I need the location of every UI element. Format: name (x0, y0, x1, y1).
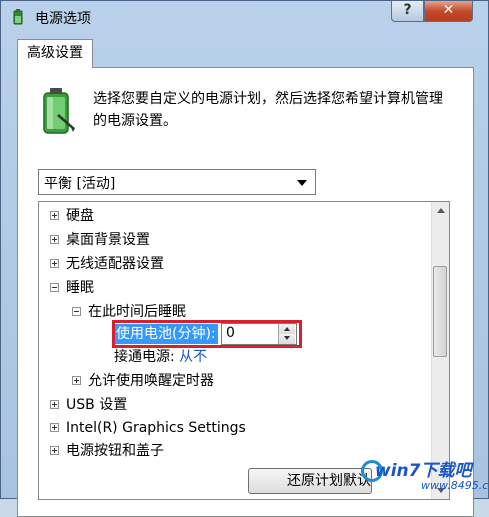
expand-plus-icon[interactable] (50, 400, 59, 409)
on-battery-minutes-stepper[interactable]: 0 (221, 323, 297, 345)
tree-item-label: 电源按钮和盖子 (66, 443, 164, 459)
tab-advanced-settings[interactable]: 高级设置 (17, 39, 93, 68)
restore-defaults-button[interactable]: 还原计划默认值 (248, 468, 372, 494)
expand-plus-icon[interactable] (50, 446, 59, 455)
power-options-window: 电源选项 ? ✕ 高级设置 选择您要自定义的电源计划，然后选择您希望计算机管理的… (0, 0, 489, 517)
help-button[interactable]: ? (391, 1, 424, 22)
close-button[interactable]: ✕ (424, 1, 473, 22)
vertical-scrollbar[interactable] (431, 202, 449, 499)
tree-item-label: 无线适配器设置 (66, 256, 164, 272)
power-plan-value: 平衡 [活动] (44, 176, 116, 192)
scroll-up-icon[interactable] (432, 202, 449, 219)
expand-plus-icon[interactable] (50, 211, 59, 220)
expand-plus-icon[interactable] (50, 423, 59, 432)
stepper-down-icon[interactable] (279, 334, 295, 344)
site-watermark: win7下载吧 www.8495.com (361, 456, 489, 498)
expand-plus-icon[interactable] (50, 235, 59, 244)
tree-item-label: 硬盘 (66, 208, 94, 224)
title-bar[interactable]: 电源选项 ? ✕ (1, 1, 488, 33)
window-title: 电源选项 (35, 11, 91, 27)
collapse-minus-icon[interactable] (50, 283, 59, 292)
tree-item-plugged-in[interactable]: 接通电源: 从不 (114, 347, 207, 367)
tree-item-label: 允许使用唤醒定时器 (88, 373, 214, 389)
on-battery-value[interactable]: 0 (226, 325, 235, 341)
watermark-url: www.8495.com (421, 479, 489, 492)
scrollbar-thumb[interactable] (433, 266, 447, 357)
power-battery-icon (43, 88, 75, 134)
battery-app-icon (13, 9, 23, 25)
plugged-in-label: 接通电源: (114, 349, 175, 365)
tree-item-label: 睡眠 (66, 280, 94, 296)
tree-item-label: 桌面背景设置 (66, 232, 150, 248)
stepper-buttons (278, 324, 296, 344)
plugged-in-value[interactable]: 从不 (179, 349, 207, 365)
expand-plus-icon[interactable] (72, 376, 81, 385)
tree-item-label: Intel(R) Graphics Settings (66, 420, 246, 436)
tree-item-label: USB 设置 (66, 397, 128, 413)
power-plan-dropdown[interactable]: 平衡 [活动] (38, 169, 316, 195)
intro-text: 选择您要自定义的电源计划，然后选择您希望计算机管理的电源设置。 (93, 91, 443, 129)
on-battery-label[interactable]: 使用电池(分钟): (114, 324, 218, 344)
watermark-text: win7下载吧 (375, 461, 472, 481)
tree-item-label: 在此时间后睡眠 (88, 304, 186, 320)
chevron-down-icon (297, 180, 307, 186)
expand-plus-icon[interactable] (50, 259, 59, 268)
collapse-minus-icon[interactable] (72, 307, 81, 316)
